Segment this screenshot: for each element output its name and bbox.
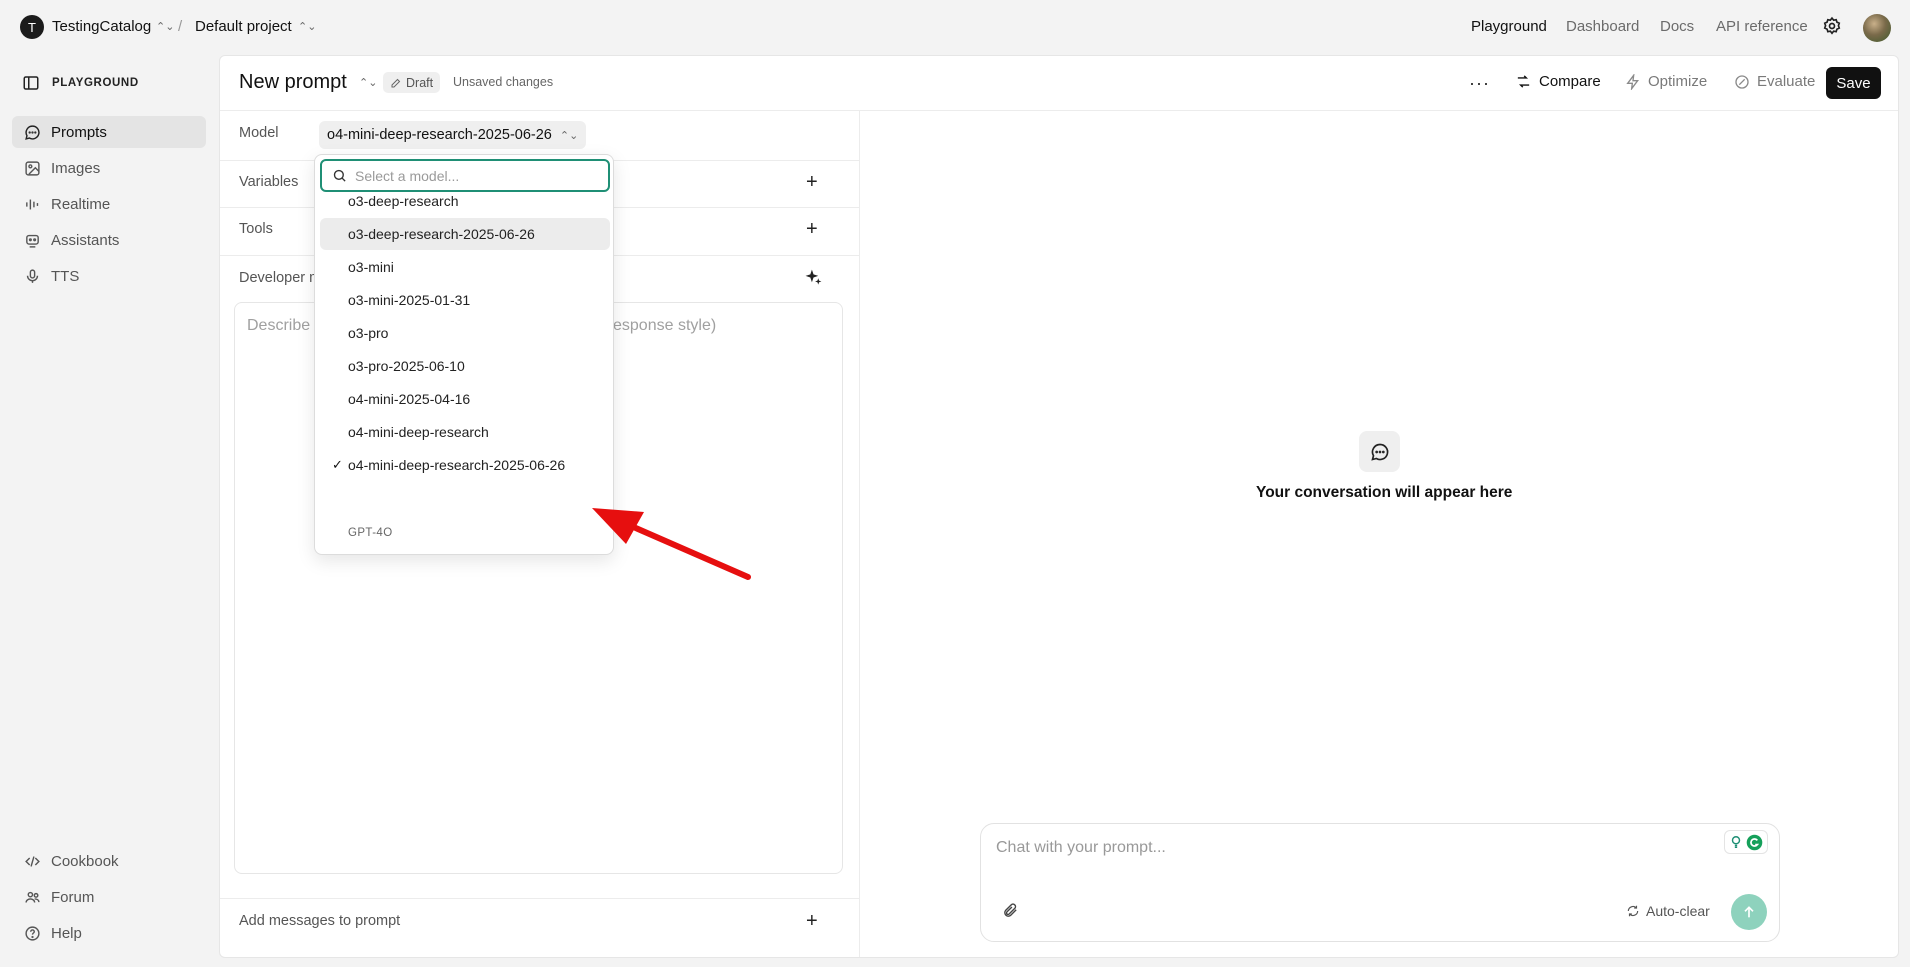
draft-badge: Draft <box>383 72 441 93</box>
add-messages-label[interactable]: Add messages to prompt <box>239 913 400 929</box>
nav-dashboard[interactable]: Dashboard <box>1566 18 1639 35</box>
chat-input-placeholder: Chat with your prompt... <box>996 839 1166 856</box>
nav-api-reference[interactable]: API reference <box>1716 18 1808 35</box>
save-button[interactable]: Save <box>1826 67 1881 99</box>
checkmark-icon: ✓ <box>332 457 343 472</box>
microphone-icon <box>26 268 39 283</box>
add-tool-plus-icon[interactable]: + <box>806 219 818 239</box>
model-option[interactable]: o4-mini-deep-research <box>320 416 610 448</box>
developer-placeholder-left: Describe <box>247 317 311 334</box>
org-avatar[interactable]: T <box>20 15 44 39</box>
developer-placeholder-right: esponse style) <box>613 317 717 334</box>
code-icon <box>25 855 40 867</box>
model-chevron-icon: ⌃⌄ <box>559 129 579 142</box>
top-bar: T TestingCatalog ⌃⌄ / Default project ⌃⌄… <box>0 0 1910 54</box>
chat-input-box[interactable]: Chat with your prompt... <box>980 823 1780 942</box>
grammarly-widget[interactable] <box>1724 830 1768 854</box>
chat-empty-icon <box>1359 431 1400 472</box>
sidebar-item-realtime[interactable]: Realtime <box>12 188 206 220</box>
model-option-selected[interactable]: ✓ o4-mini-deep-research-2025-06-26 <box>320 449 610 481</box>
model-option[interactable]: o3-pro <box>320 317 610 349</box>
add-variable-plus-icon[interactable]: + <box>806 172 818 192</box>
title-chevron-icon[interactable]: ⌃⌄ <box>359 76 377 89</box>
evaluate-icon <box>1735 74 1749 89</box>
model-search-input[interactable] <box>355 167 585 184</box>
chat-empty-text: Your conversation will appear here <box>1256 484 1513 501</box>
breadcrumb-separator: / <box>178 18 183 35</box>
refresh-icon <box>1627 905 1639 917</box>
send-button[interactable] <box>1731 894 1767 930</box>
lightbulb-icon <box>1731 836 1741 848</box>
auto-clear-toggle[interactable]: Auto-clear <box>1626 903 1710 919</box>
sidebar-item-images[interactable]: Images <box>12 152 206 184</box>
project-chevron-icon[interactable]: ⌃⌄ <box>298 20 316 33</box>
model-group-label: GPT-4O <box>348 527 393 539</box>
help-circle-icon <box>25 925 40 941</box>
chat-bubble-icon <box>25 124 40 140</box>
compare-button[interactable]: Compare <box>1515 73 1601 90</box>
grammarly-icon <box>1746 834 1763 850</box>
model-option[interactable]: o4-mini-2025-04-16 <box>320 383 610 415</box>
model-dropdown: o3-2025-04-16 o3-deep-research o3-deep-r… <box>314 154 614 555</box>
org-name[interactable]: TestingCatalog <box>52 18 151 35</box>
sidebar-heading: PLAYGROUND <box>22 74 139 92</box>
project-name[interactable]: Default project <box>195 18 292 35</box>
tools-label: Tools <box>239 221 273 237</box>
robot-icon <box>26 234 39 248</box>
optimize-button[interactable]: Optimize <box>1625 73 1707 90</box>
sidebar-item-prompts[interactable]: Prompts <box>12 116 206 148</box>
edit-icon <box>391 78 401 87</box>
lightning-icon <box>1626 73 1639 90</box>
nav-playground[interactable]: Playground <box>1471 18 1547 35</box>
sidebar-item-tts[interactable]: TTS <box>12 260 206 292</box>
variables-label: Variables <box>239 174 299 190</box>
model-option[interactable]: o3-mini-2025-01-31 <box>320 284 610 316</box>
model-option[interactable]: o3-mini <box>320 251 610 283</box>
model-select[interactable]: o4-mini-deep-research-2025-06-26 ⌃⌄ <box>319 121 587 149</box>
model-search[interactable] <box>320 159 610 192</box>
people-icon <box>25 891 40 903</box>
search-icon <box>333 169 346 182</box>
annotation-arrow-icon <box>592 508 751 580</box>
row-divider <box>220 898 859 899</box>
header-divider <box>220 110 1898 111</box>
model-option-highlighted[interactable]: o3-deep-research-2025-06-26 <box>320 218 610 250</box>
more-options-icon[interactable]: ··· <box>1469 73 1490 94</box>
model-label: Model <box>239 125 279 141</box>
user-avatar[interactable] <box>1863 14 1891 42</box>
unsaved-status: Unsaved changes <box>453 75 554 89</box>
sidebar-item-cookbook[interactable]: Cookbook <box>12 845 206 877</box>
settings-gear-icon[interactable] <box>1822 16 1842 36</box>
panel-divider <box>859 111 860 957</box>
model-option[interactable]: o3-pro-2025-06-10 <box>320 350 610 382</box>
generate-sparkle-icon[interactable] <box>804 268 823 287</box>
sidebar-panel-icon <box>23 76 39 90</box>
sidebar-item-forum[interactable]: Forum <box>12 881 206 913</box>
add-message-plus-icon[interactable]: + <box>806 911 818 931</box>
attach-paperclip-icon[interactable] <box>1002 902 1019 919</box>
image-icon <box>25 160 40 176</box>
audio-wave-icon <box>26 199 39 209</box>
org-chevron-icon[interactable]: ⌃⌄ <box>156 20 174 33</box>
developer-message-label: Developer m <box>239 270 322 286</box>
sidebar-item-assistants[interactable]: Assistants <box>12 224 206 256</box>
sidebar-item-help[interactable]: Help <box>12 917 206 949</box>
nav-docs[interactable]: Docs <box>1660 18 1694 35</box>
arrow-up-icon <box>1744 906 1754 918</box>
page-title[interactable]: New prompt <box>239 71 347 94</box>
compare-icon <box>1517 75 1530 88</box>
evaluate-button[interactable]: Evaluate <box>1734 73 1815 90</box>
